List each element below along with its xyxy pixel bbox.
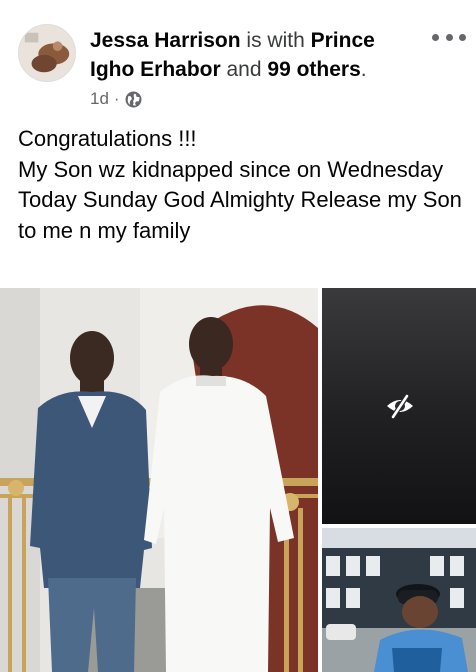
photo-main-image (0, 288, 318, 672)
photo-third[interactable] (322, 528, 476, 672)
more-dot (445, 33, 453, 41)
post-headline: Jessa Harrison is with Prince Igho Erhab… (90, 26, 420, 84)
and-text: and (220, 58, 268, 81)
more-dot (459, 33, 466, 41)
photo-main[interactable] (0, 288, 318, 672)
post-meta: 1d · (90, 88, 142, 110)
avatar-image (19, 25, 75, 81)
eye-slash-icon (387, 394, 413, 419)
more-dot (432, 33, 439, 41)
author-name[interactable]: Jessa Harrison (90, 29, 241, 52)
post-body: Congratulations !!! My Son wz kidnapped … (18, 126, 462, 243)
period-text: . (360, 58, 367, 81)
with-text: is with (240, 29, 311, 52)
post-header: Jessa Harrison is with Prince Igho Erhab… (0, 0, 476, 120)
photo-hidden[interactable] (322, 288, 476, 524)
others-link[interactable]: 99 others (267, 58, 360, 81)
meta-separator: · (113, 89, 120, 108)
photo-third-image (322, 528, 476, 672)
globe-icon[interactable] (125, 91, 142, 108)
more-options-icon[interactable] (432, 30, 466, 44)
avatar[interactable] (18, 24, 76, 82)
post-time[interactable]: 1d (90, 89, 109, 109)
